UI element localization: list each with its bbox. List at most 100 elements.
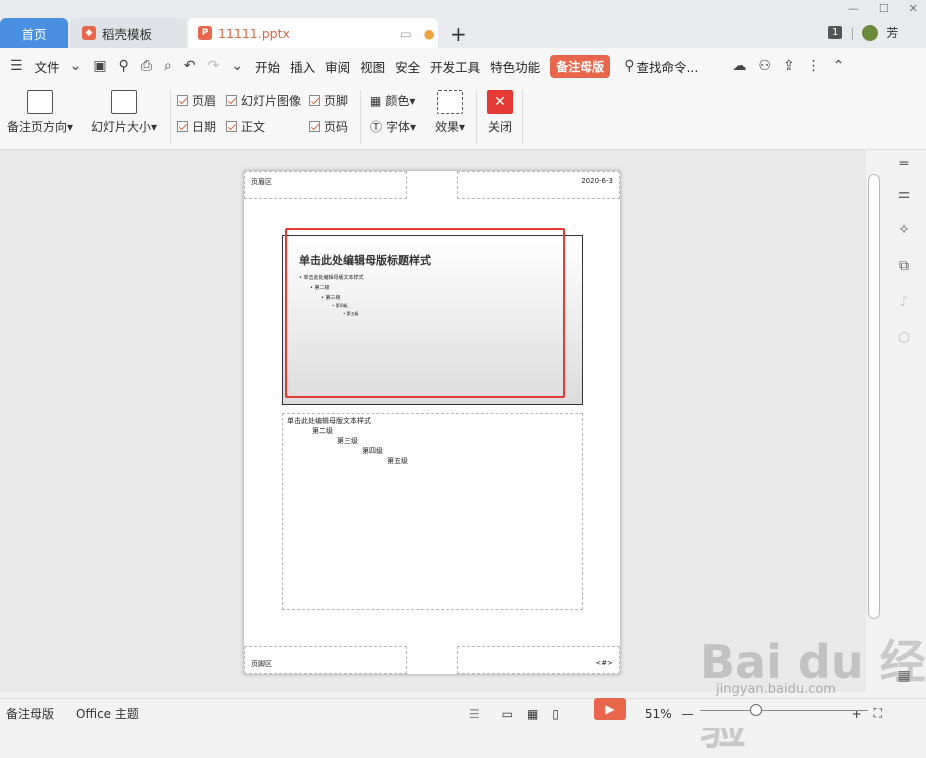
- date-placeholder[interactable]: 2020-6-3: [457, 171, 620, 199]
- sound-icon[interactable]: ♪: [896, 294, 912, 310]
- notes-toggle-icon[interactable]: ☰: [469, 707, 480, 721]
- undo-icon[interactable]: ↶: [184, 58, 196, 74]
- page-number-placeholder[interactable]: <#>: [457, 646, 620, 674]
- play-slideshow-button[interactable]: ▶: [594, 698, 626, 720]
- menu-bar: ☰ 文件 ⌄ ▣ ⚲ ⎙ ⌕ ↶ ↷ ⌄ 开始 插入 审阅 视图 安全 开发工具…: [0, 48, 926, 84]
- checkbox-checked-icon: [226, 121, 237, 132]
- slide-image-label: 幻灯片图像: [241, 94, 302, 108]
- status-mode: 备注母版: [6, 707, 55, 721]
- menu-special[interactable]: 特色功能: [490, 57, 540, 76]
- hamburger-icon[interactable]: ☰: [10, 58, 23, 74]
- effect-button[interactable]: 效果▾: [430, 90, 470, 135]
- notes-orientation-button[interactable]: 备注页方向▾: [6, 90, 74, 135]
- vertical-scrollbar[interactable]: [868, 174, 880, 619]
- monitor-icon[interactable]: ▭: [400, 26, 412, 41]
- properties-icon[interactable]: ⚌: [896, 186, 912, 202]
- checkbox-checked-icon: [309, 121, 320, 132]
- cloud-icon[interactable]: ☁: [732, 58, 746, 74]
- slide-sorter-icon[interactable]: ▦: [527, 707, 538, 721]
- color-icon: ▦: [370, 93, 382, 108]
- fit-window-icon[interactable]: ⛶: [874, 706, 882, 721]
- format-painter-icon[interactable]: ⚲: [119, 58, 129, 74]
- zoom-slider-track[interactable]: [700, 710, 868, 711]
- header-text: 页眉区: [251, 178, 272, 186]
- slide-size-icon: [111, 90, 137, 114]
- menu-start[interactable]: 开始: [255, 57, 280, 76]
- menu-view[interactable]: 视图: [360, 57, 385, 76]
- footer-checkbox[interactable]: 页脚: [309, 92, 348, 109]
- ppt-icon: P: [198, 26, 212, 40]
- body-checkbox[interactable]: 正文: [226, 118, 265, 135]
- notes-level-4: 第四级: [362, 447, 383, 455]
- menu-notes-master[interactable]: 备注母版: [550, 54, 611, 78]
- cube-icon[interactable]: ⬡: [896, 330, 912, 346]
- close-window-icon[interactable]: ✕: [909, 2, 918, 15]
- page-number-checkbox[interactable]: 页码: [309, 118, 348, 135]
- user-name[interactable]: 芳: [886, 24, 898, 41]
- footer-placeholder[interactable]: 页脚区: [244, 646, 407, 674]
- user-area: 1 | 芳: [828, 24, 898, 41]
- zoom-level[interactable]: 51%: [645, 707, 672, 721]
- tab-template-label: 稻壳模板: [102, 26, 153, 42]
- slide-image-checkbox[interactable]: 幻灯片图像: [226, 92, 301, 109]
- slide-size-button[interactable]: 幻灯片大小▾: [88, 90, 160, 135]
- more-icon[interactable]: ⌄: [231, 58, 243, 74]
- tab-template[interactable]: ◆ 稻壳模板: [70, 18, 186, 48]
- date-checkbox[interactable]: 日期: [177, 118, 216, 135]
- status-theme[interactable]: Office 主题: [76, 705, 139, 722]
- checkbox-checked-icon: [309, 95, 320, 106]
- normal-view-icon[interactable]: ▭: [502, 707, 513, 721]
- share-user-icon[interactable]: ⚇: [758, 58, 771, 74]
- reading-view-icon[interactable]: ▯: [552, 707, 559, 721]
- zoom-out-icon[interactable]: —: [682, 707, 694, 721]
- print-icon[interactable]: ⎙: [141, 58, 152, 74]
- close-master-button[interactable]: ✕ 关闭: [484, 90, 516, 135]
- header-checkbox[interactable]: 页眉: [177, 92, 216, 109]
- menu-insert[interactable]: 插入: [290, 57, 315, 76]
- slide-size-label: 幻灯片大小: [90, 120, 151, 134]
- print-preview-icon[interactable]: ⌕: [164, 58, 172, 74]
- animation-icon[interactable]: ✧: [896, 222, 912, 238]
- notes-level-2: 第二级: [312, 427, 333, 435]
- checkbox-checked-icon: [177, 121, 188, 132]
- highlight-box: [285, 228, 565, 398]
- menu-security[interactable]: 安全: [395, 57, 420, 76]
- chevron-down-icon[interactable]: ⌄: [70, 58, 82, 74]
- header-label: 页眉: [192, 94, 217, 108]
- search-command[interactable]: 查找命令...: [636, 57, 698, 76]
- file-menu[interactable]: 文件: [35, 57, 60, 76]
- date-text: 2020-6-3: [581, 177, 613, 185]
- close-label: 关闭: [487, 120, 512, 134]
- menu-developer[interactable]: 开发工具: [430, 57, 480, 76]
- color-button[interactable]: ▦ 颜色 ▾: [370, 92, 415, 109]
- font-label: 字体: [386, 120, 411, 134]
- minimize-icon[interactable]: —: [848, 2, 859, 15]
- header-placeholder[interactable]: 页眉区: [244, 171, 407, 199]
- save-icon[interactable]: ▣: [93, 58, 106, 74]
- window-controls: — ☐ ✕: [848, 2, 918, 15]
- zoom-in-icon[interactable]: +: [852, 707, 862, 721]
- unsaved-dot-icon: ●: [423, 25, 435, 41]
- menu-review[interactable]: 审阅: [325, 57, 350, 76]
- transition-icon[interactable]: ⧉: [896, 258, 912, 274]
- tab-file[interactable]: P 11111.pptx ▭ ●: [188, 18, 438, 48]
- panel-handle-icon[interactable]: ═: [896, 156, 912, 172]
- notes-placeholder[interactable]: 单击此处编辑母版文本样式 第二级 第三级 第四级 第五级: [282, 413, 583, 610]
- share-icon[interactable]: ⇪: [783, 58, 795, 74]
- tab-home[interactable]: 首页: [0, 18, 68, 48]
- divider: [476, 90, 477, 144]
- maximize-icon[interactable]: ☐: [879, 2, 889, 15]
- divider: [170, 90, 171, 144]
- more-vertical-icon[interactable]: ⋮: [807, 58, 821, 74]
- ribbon: 备注页方向▾ 幻灯片大小▾ 页眉 幻灯片图像 页脚 日期 正文 页码 ▦ 颜色 ▾ …: [0, 84, 926, 150]
- font-button[interactable]: Ⓣ 字体 ▾: [370, 118, 416, 135]
- collapse-ribbon-icon[interactable]: ⌃: [833, 58, 845, 74]
- tab-file-label: 11111.pptx: [218, 25, 290, 41]
- font-icon: Ⓣ: [370, 120, 383, 134]
- add-tab-button[interactable]: +: [450, 22, 467, 46]
- divider: |: [850, 25, 855, 40]
- window-count-badge[interactable]: 1: [828, 26, 843, 39]
- avatar[interactable]: [862, 24, 879, 41]
- redo-icon[interactable]: ↷: [208, 58, 220, 74]
- zoom-slider-thumb[interactable]: [750, 704, 762, 716]
